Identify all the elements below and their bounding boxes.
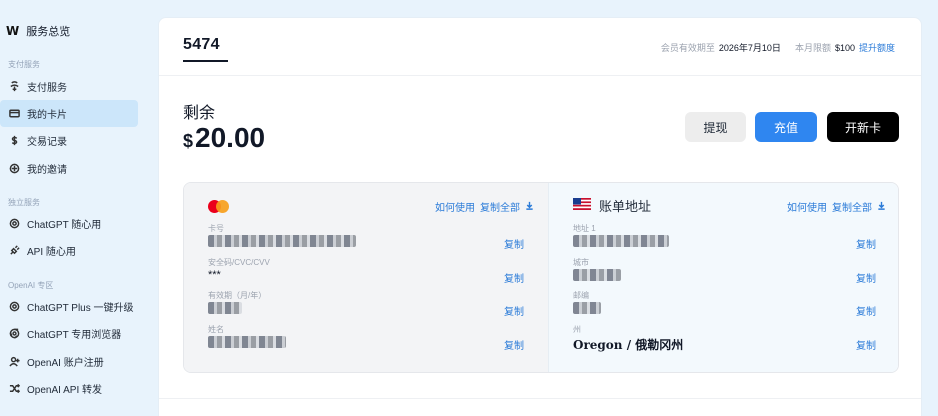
redacted-name xyxy=(208,336,286,348)
sidebar: W 服务总览 支付服务 支付服务 我的卡片 交易记录 我的邀请 独立服务 Cha… xyxy=(0,0,145,416)
address-1-label: 地址 1 xyxy=(573,224,596,233)
sidebar-item-openai-register[interactable]: OpenAI 账户注册 xyxy=(0,348,138,375)
copy-address-button[interactable]: 复制 xyxy=(856,236,876,251)
raise-limit-link[interactable]: 提升额度 xyxy=(859,41,895,54)
tab-card-5474[interactable]: 5474 xyxy=(183,36,220,54)
card-detail-main: 5474 会员有效期至 2026年7月10日 本月限额 $100 提升额度 剩余… xyxy=(158,17,922,416)
sidebar-item-label: OpenAI API 转发 xyxy=(27,385,103,396)
name-value xyxy=(208,336,286,351)
redacted-zip xyxy=(573,302,601,314)
billing-address-actions: 如何使用 复制全部 xyxy=(787,199,886,214)
openai-icon xyxy=(8,218,20,230)
brand-logo: W xyxy=(6,24,20,38)
redacted-card-number xyxy=(208,235,356,247)
balance-currency: $ xyxy=(183,131,194,151)
state-label: 州 xyxy=(573,325,581,334)
card-details-actions: 如何使用 复制全部 xyxy=(435,199,534,214)
sidebar-item-label: ChatGPT Plus 一键升级 xyxy=(27,303,134,314)
zip-value xyxy=(573,302,601,317)
active-tab-indicator xyxy=(183,60,228,62)
balance-value: 20.00 xyxy=(195,122,266,153)
card-info-panel: 如何使用 复制全部 卡号 复制 安全码/CVC/CVV *** 复制 有效期（月… xyxy=(183,182,899,373)
chrome-icon xyxy=(8,328,20,340)
section-divider xyxy=(159,398,921,399)
redacted-address xyxy=(573,235,669,247)
limit-label: 本月限额 xyxy=(794,43,831,53)
download-icon[interactable] xyxy=(877,201,886,213)
city-value xyxy=(573,269,621,284)
limit-value: $100 xyxy=(834,42,855,53)
membership-label: 会员有效期至 xyxy=(660,43,715,53)
copy-expiry-button[interactable]: 复制 xyxy=(504,303,524,318)
state-value: Oregon / 俄勒冈州 xyxy=(573,338,684,352)
copy-state-button[interactable]: 复制 xyxy=(856,337,876,352)
zip-label: 邮编 xyxy=(573,291,589,300)
card-number-label: 卡号 xyxy=(208,224,224,233)
card-number-value xyxy=(208,235,356,250)
sidebar-item-my-cards[interactable]: 我的卡片 xyxy=(0,100,138,127)
billing-address-pane: 账单地址 如何使用 复制全部 地址 1 复制 城市 复制 邮编 复制 州 Ore… xyxy=(548,183,898,372)
section-title-openai: OpenAI 专区 xyxy=(8,281,54,290)
sidebar-item-label: 交易记录 xyxy=(27,137,67,148)
sidebar-item-label: API 随心用 xyxy=(27,247,76,258)
share-icon xyxy=(8,163,20,175)
sidebar-item-label: 支付服务 xyxy=(27,83,67,94)
topup-button[interactable]: 充值 xyxy=(755,112,817,142)
card-icon xyxy=(8,108,20,120)
copy-city-button[interactable]: 复制 xyxy=(856,270,876,285)
mastercard-logo-icon xyxy=(208,200,230,213)
download-icon[interactable] xyxy=(525,201,534,213)
dollar-icon xyxy=(8,135,20,147)
billing-address-title: 账单地址 xyxy=(599,199,652,214)
copy-all-link[interactable]: 复制全部 xyxy=(832,199,872,214)
sidebar-item-transactions[interactable]: 交易记录 xyxy=(0,127,138,154)
copy-cvv-button[interactable]: 复制 xyxy=(504,270,524,285)
copy-zip-button[interactable]: 复制 xyxy=(856,303,876,318)
redacted-city xyxy=(573,269,621,281)
cvv-label: 安全码/CVC/CVV xyxy=(208,258,270,267)
how-to-use-link[interactable]: 如何使用 xyxy=(435,199,475,214)
user-add-icon xyxy=(8,356,20,368)
copy-card-number-button[interactable]: 复制 xyxy=(504,236,524,251)
sidebar-item-openai-api-relay[interactable]: OpenAI API 转发 xyxy=(0,375,138,402)
expiry-label: 有效期（月/年） xyxy=(208,291,267,300)
sidebar-item-chatgpt-browser[interactable]: ChatGPT 专用浏览器 xyxy=(0,320,138,347)
sidebar-item-label: 我的邀请 xyxy=(27,165,67,176)
copy-name-button[interactable]: 复制 xyxy=(504,337,524,352)
copy-all-link[interactable]: 复制全部 xyxy=(480,199,520,214)
cvv-value: *** xyxy=(208,269,221,281)
plug-icon xyxy=(8,245,20,257)
sidebar-item-invites[interactable]: 我的邀请 xyxy=(0,155,138,182)
new-card-button[interactable]: 开新卡 xyxy=(827,112,899,142)
openai-icon xyxy=(8,301,20,313)
balance-label: 剩余 xyxy=(183,105,216,122)
membership-date: 2026年7月10日 xyxy=(718,43,781,53)
sidebar-item-label: ChatGPT 随心用 xyxy=(27,220,102,231)
us-flag-icon xyxy=(573,198,591,210)
sidebar-item-payment-service[interactable]: 支付服务 xyxy=(0,73,138,100)
shuffle-icon xyxy=(8,383,20,395)
withdraw-button[interactable]: 提现 xyxy=(685,112,746,142)
balance-amount: $ 20.00 xyxy=(183,122,265,154)
sidebar-brand[interactable]: W 服务总览 xyxy=(6,23,70,39)
wallet-icon xyxy=(8,81,20,93)
membership-info: 会员有效期至 2026年7月10日 本月限额 $100 提升额度 xyxy=(661,41,895,54)
redacted-expiry xyxy=(208,302,242,314)
name-label: 姓名 xyxy=(208,325,224,334)
brand-label: 服务总览 xyxy=(26,26,71,38)
sidebar-item-chatgpt-anytime[interactable]: ChatGPT 随心用 xyxy=(0,210,138,237)
sidebar-item-chatgpt-plus-upgrade[interactable]: ChatGPT Plus 一键升级 xyxy=(0,293,138,320)
how-to-use-link[interactable]: 如何使用 xyxy=(787,199,827,214)
sidebar-item-label: 我的卡片 xyxy=(27,110,67,121)
sidebar-item-api-anytime[interactable]: API 随心用 xyxy=(0,237,138,264)
sidebar-item-label: OpenAI 账户注册 xyxy=(27,358,104,369)
section-title-standalone: 独立服务 xyxy=(8,198,40,207)
card-details-pane: 如何使用 复制全部 卡号 复制 安全码/CVC/CVV *** 复制 有效期（月… xyxy=(184,183,548,372)
section-title-payment: 支付服务 xyxy=(8,60,40,69)
address-1-value xyxy=(573,235,669,250)
card-tabs-bar: 5474 会员有效期至 2026年7月10日 本月限额 $100 提升额度 xyxy=(159,18,921,76)
expiry-value xyxy=(208,302,242,317)
city-label: 城市 xyxy=(573,258,589,267)
sidebar-item-label: ChatGPT 专用浏览器 xyxy=(27,330,122,341)
